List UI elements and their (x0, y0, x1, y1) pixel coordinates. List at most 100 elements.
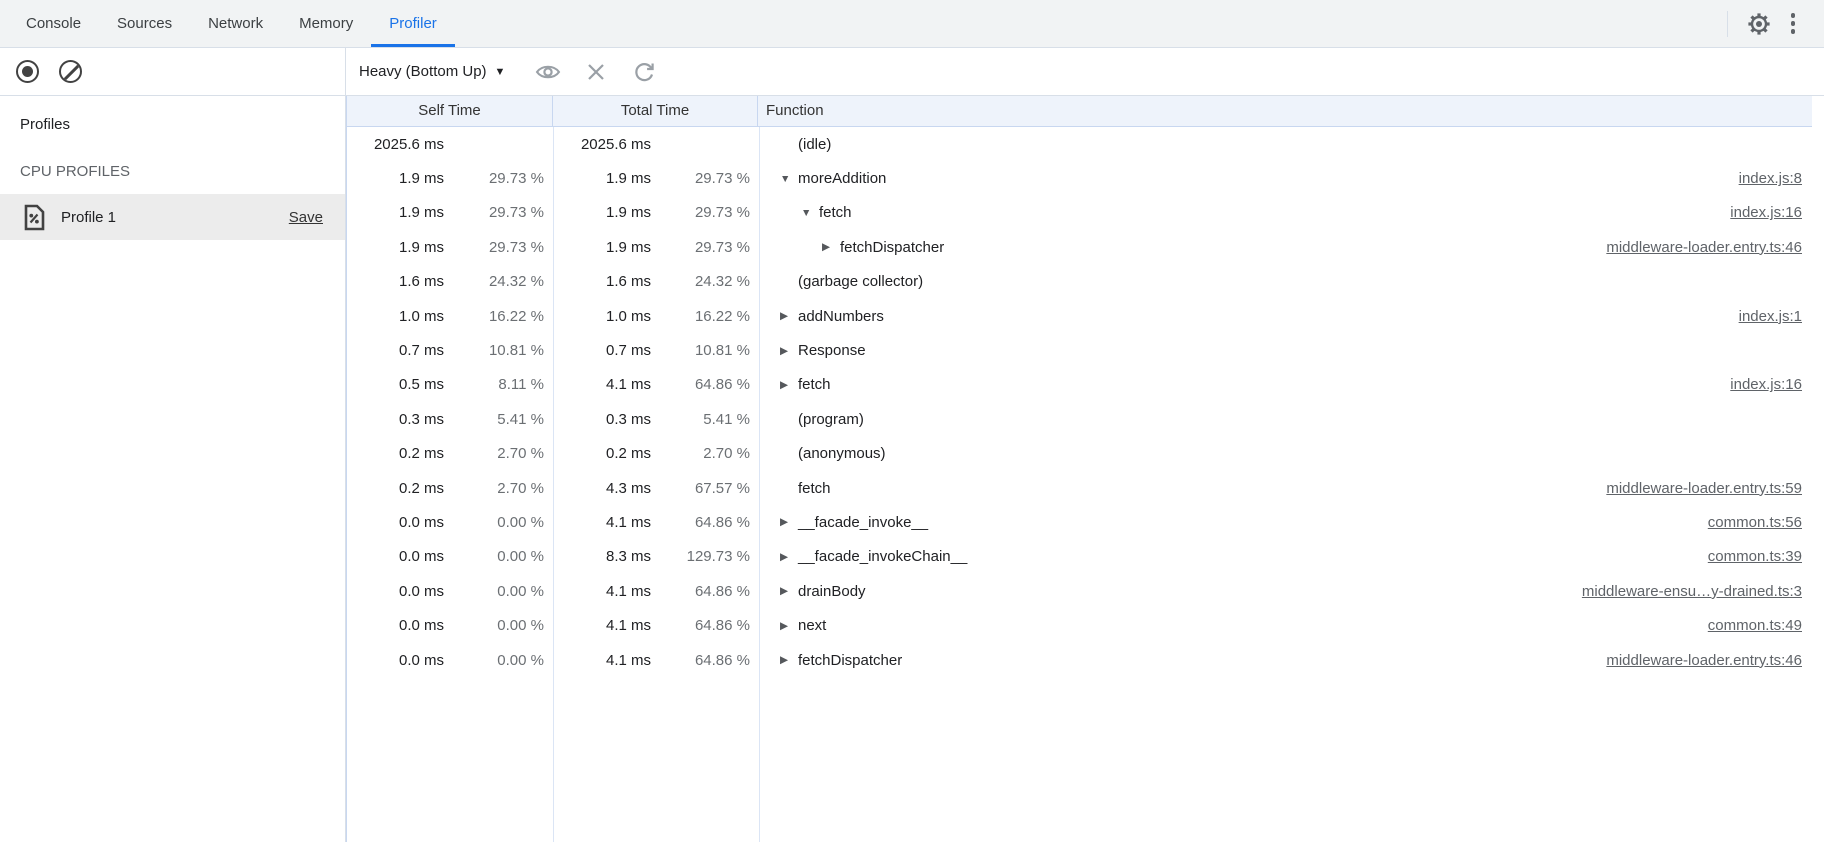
total-time-cell: 0.3 ms 5.41 % (554, 411, 760, 428)
self-time-cell: 1.9 ms 29.73 % (347, 170, 554, 187)
view-mode-dropdown[interactable]: Heavy (Bottom Up) ▼ (359, 63, 505, 80)
tree-toggle-arrow-icon[interactable]: ▶ (780, 516, 798, 528)
self-time-ms: 1.6 ms (347, 273, 444, 290)
total-time-cell: 1.6 ms 24.32 % (554, 273, 760, 290)
function-name: fetch (819, 204, 852, 221)
save-profile-link[interactable]: Save (289, 209, 323, 226)
function-cell: ▼ fetch index.js:16 (760, 204, 1812, 221)
source-location-link[interactable]: common.ts:49 (1708, 617, 1812, 634)
source-location-link[interactable]: middleware-loader.entry.ts:46 (1606, 652, 1812, 669)
self-time-ms: 0.0 ms (347, 514, 444, 531)
total-time-pct: 29.73 % (651, 239, 760, 256)
self-time-ms: 0.2 ms (347, 480, 444, 497)
table-row[interactable]: 1.6 ms 24.32 % 1.6 ms 24.32 % (garbage c… (347, 265, 1812, 299)
restore-functions-button[interactable] (625, 55, 663, 89)
exclude-function-button[interactable] (577, 55, 615, 89)
total-time-pct: 29.73 % (651, 170, 760, 187)
table-row[interactable]: 1.9 ms 29.73 % 1.9 ms 29.73 % ▼ fetch in… (347, 196, 1812, 230)
total-time-cell: 4.1 ms 64.86 % (554, 652, 760, 669)
tree-toggle-arrow-icon[interactable]: ▶ (780, 654, 798, 666)
tab-console[interactable]: Console (8, 0, 99, 47)
profile-item-selected[interactable]: Profile 1 Save (0, 194, 345, 240)
total-time-cell: 4.1 ms 64.86 % (554, 617, 760, 634)
grid-body: 2025.6 ms 2025.6 ms (idle) 1.9 ms 29.73 … (347, 127, 1812, 842)
table-row[interactable]: 0.0 ms 0.00 % 4.1 ms 64.86 % ▶ fetchDisp… (347, 643, 1812, 677)
column-header-self-time[interactable]: Self Time (347, 96, 553, 126)
source-location-link[interactable]: index.js:8 (1739, 170, 1812, 187)
table-row[interactable]: 0.0 ms 0.00 % 4.1 ms 64.86 % ▶ __facade_… (347, 505, 1812, 539)
total-time-ms: 8.3 ms (554, 548, 651, 565)
function-cell: ▶ fetchDispatcher middleware-loader.entr… (760, 652, 1812, 669)
tree-toggle-arrow-icon[interactable]: ▶ (780, 379, 798, 391)
self-time-cell: 0.0 ms 0.00 % (347, 514, 554, 531)
total-time-cell: 4.1 ms 64.86 % (554, 583, 760, 600)
table-row[interactable]: 0.2 ms 2.70 % 4.3 ms 67.57 % fetch middl… (347, 471, 1812, 505)
scrollbar-gutter (1812, 96, 1824, 842)
tree-toggle-arrow-icon[interactable]: ▶ (780, 585, 798, 597)
function-cell: ▼ moreAddition index.js:8 (760, 170, 1812, 187)
table-row[interactable]: 0.2 ms 2.70 % 0.2 ms 2.70 % (anonymous) (347, 437, 1812, 471)
table-row[interactable]: 2025.6 ms 2025.6 ms (idle) (347, 127, 1812, 161)
settings-button[interactable] (1742, 7, 1776, 41)
total-time-ms: 1.6 ms (554, 273, 651, 290)
table-row[interactable]: 0.3 ms 5.41 % 0.3 ms 5.41 % (program) (347, 402, 1812, 436)
self-time-pct: 8.11 % (444, 376, 554, 393)
self-time-pct: 0.00 % (444, 583, 554, 600)
source-location-link[interactable]: index.js:16 (1730, 376, 1812, 393)
self-time-cell: 1.9 ms 29.73 % (347, 239, 554, 256)
source-location-link[interactable]: common.ts:39 (1708, 548, 1812, 565)
profile-name: Profile 1 (61, 209, 116, 226)
tree-toggle-arrow-icon[interactable]: ▶ (780, 310, 798, 322)
source-location-link[interactable]: index.js:16 (1730, 204, 1812, 221)
table-row[interactable]: 0.0 ms 0.00 % 4.1 ms 64.86 % ▶ drainBody… (347, 574, 1812, 608)
focus-function-button[interactable] (529, 55, 567, 89)
table-row[interactable]: 0.0 ms 0.00 % 4.1 ms 64.86 % ▶ next comm… (347, 608, 1812, 642)
profiles-sidebar-toolbar (0, 48, 345, 96)
tree-toggle-arrow-icon[interactable]: ▶ (780, 551, 798, 563)
tab-profiler[interactable]: Profiler (371, 0, 455, 47)
source-location-link[interactable]: common.ts:56 (1708, 514, 1812, 531)
self-time-cell: 0.7 ms 10.81 % (347, 342, 554, 359)
source-location-link[interactable]: middleware-loader.entry.ts:59 (1606, 480, 1812, 497)
table-row[interactable]: 1.0 ms 16.22 % 1.0 ms 16.22 % ▶ addNumbe… (347, 299, 1812, 333)
tree-toggle-arrow-icon[interactable]: ▶ (780, 620, 798, 632)
source-location-link[interactable]: middleware-loader.entry.ts:46 (1606, 239, 1812, 256)
tab-sources[interactable]: Sources (99, 0, 190, 47)
self-time-ms: 1.0 ms (347, 308, 444, 325)
profiles-list: Profiles CPU PROFILES Profile 1 Save (0, 96, 345, 240)
total-time-ms: 0.7 ms (554, 342, 651, 359)
total-time-ms: 4.1 ms (554, 376, 651, 393)
tree-toggle-arrow-icon[interactable]: ▼ (801, 207, 819, 219)
tree-toggle-arrow-icon[interactable]: ▶ (822, 241, 840, 253)
table-row[interactable]: 0.0 ms 0.00 % 8.3 ms 129.73 % ▶ __facade… (347, 540, 1812, 574)
self-time-pct: 29.73 % (444, 239, 554, 256)
total-time-pct: 24.32 % (651, 273, 760, 290)
function-name: fetch (798, 376, 831, 393)
column-header-function[interactable]: Function (758, 96, 1812, 126)
column-header-total-time[interactable]: Total Time (553, 96, 758, 126)
table-row[interactable]: 0.5 ms 8.11 % 4.1 ms 64.86 % ▶ fetch ind… (347, 368, 1812, 402)
tab-memory[interactable]: Memory (281, 0, 371, 47)
table-row[interactable]: 0.7 ms 10.81 % 0.7 ms 10.81 % ▶ Response (347, 333, 1812, 367)
total-time-cell: 0.2 ms 2.70 % (554, 445, 760, 462)
function-name: addNumbers (798, 308, 884, 325)
profile-document-icon (22, 204, 47, 231)
clear-all-profiles-button[interactable] (59, 60, 82, 83)
more-options-button[interactable] (1776, 7, 1810, 41)
gear-icon (1747, 12, 1771, 36)
profiles-heading[interactable]: Profiles (0, 110, 345, 139)
self-time-ms: 1.9 ms (347, 170, 444, 187)
source-location-link[interactable]: index.js:1 (1739, 308, 1812, 325)
tree-toggle-arrow-icon[interactable]: ▶ (780, 345, 798, 357)
tree-toggle-arrow-icon[interactable]: ▼ (780, 173, 798, 185)
devtools-tab-bar: Console Sources Network Memory Profiler (0, 0, 1824, 48)
table-row[interactable]: 1.9 ms 29.73 % 1.9 ms 29.73 % ▶ fetchDis… (347, 230, 1812, 264)
self-time-pct: 2.70 % (444, 445, 554, 462)
record-button[interactable] (16, 60, 39, 83)
self-time-ms: 0.2 ms (347, 445, 444, 462)
total-time-cell: 1.9 ms 29.73 % (554, 204, 760, 221)
source-location-link[interactable]: middleware-ensu…y-drained.ts:3 (1582, 583, 1812, 600)
table-row[interactable]: 1.9 ms 29.73 % 1.9 ms 29.73 % ▼ moreAddi… (347, 161, 1812, 195)
self-time-cell: 0.5 ms 8.11 % (347, 376, 554, 393)
tab-network[interactable]: Network (190, 0, 281, 47)
